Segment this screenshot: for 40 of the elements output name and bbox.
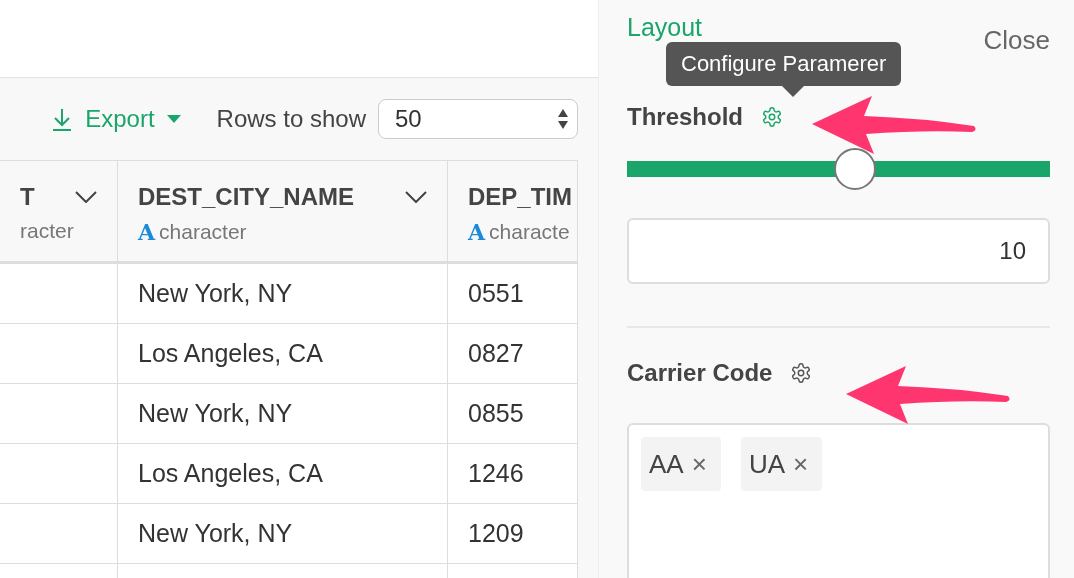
column-name: DEP_TIM (468, 183, 572, 211)
table-cell: 1246 (448, 444, 577, 504)
close-button[interactable]: Close (983, 24, 1050, 56)
stepper-icon (557, 108, 569, 130)
parameter-label: Carrier Code (627, 359, 773, 387)
table-cell: New York, NY (118, 384, 448, 444)
tooltip-pointer (782, 86, 804, 97)
table-cell: New York, NY (118, 504, 448, 564)
column-type: characte (489, 220, 570, 244)
tag-select-field[interactable]: AA × UA × (627, 423, 1050, 578)
settings-icon[interactable] (790, 362, 813, 384)
table-cell: 0855 (448, 384, 577, 444)
table-cell: 1209 (448, 504, 577, 564)
download-icon (51, 107, 74, 131)
table-cell: Los Angeles, CA (118, 444, 448, 504)
rows-to-show-label: Rows to show (216, 105, 366, 133)
settings-icon[interactable] (761, 106, 783, 128)
number-input[interactable]: 10 (627, 218, 1050, 284)
table-cell: 0827 (448, 324, 577, 384)
column-type: racter (20, 219, 74, 243)
column-header[interactable]: DEST_CITY_NAME A character (118, 161, 448, 264)
tag-label: UA (748, 448, 785, 480)
chevron-down-icon[interactable] (405, 191, 427, 203)
remove-tag-button[interactable]: × (793, 451, 809, 477)
slider-thumb[interactable] (834, 148, 877, 190)
tag-label: AA (649, 448, 684, 480)
column-name: T (20, 183, 35, 211)
column-name: DEST_CITY_NAME (138, 183, 355, 211)
parameter-label: Threshold (627, 103, 743, 131)
table-cell: 0551 (448, 264, 577, 324)
text-type-icon: A (468, 219, 486, 245)
table-cell: New York, NY (118, 264, 448, 324)
caret-icon (166, 115, 181, 123)
text-type-icon: A (138, 219, 156, 245)
rows-select[interactable]: 50 (378, 99, 578, 139)
table-cell: Los Angeles, CA (118, 324, 448, 384)
chevron-down-icon[interactable] (75, 191, 97, 203)
column-header[interactable]: T racter (0, 161, 118, 264)
column-type: character (159, 220, 247, 244)
remove-tag-button[interactable]: × (691, 451, 707, 477)
